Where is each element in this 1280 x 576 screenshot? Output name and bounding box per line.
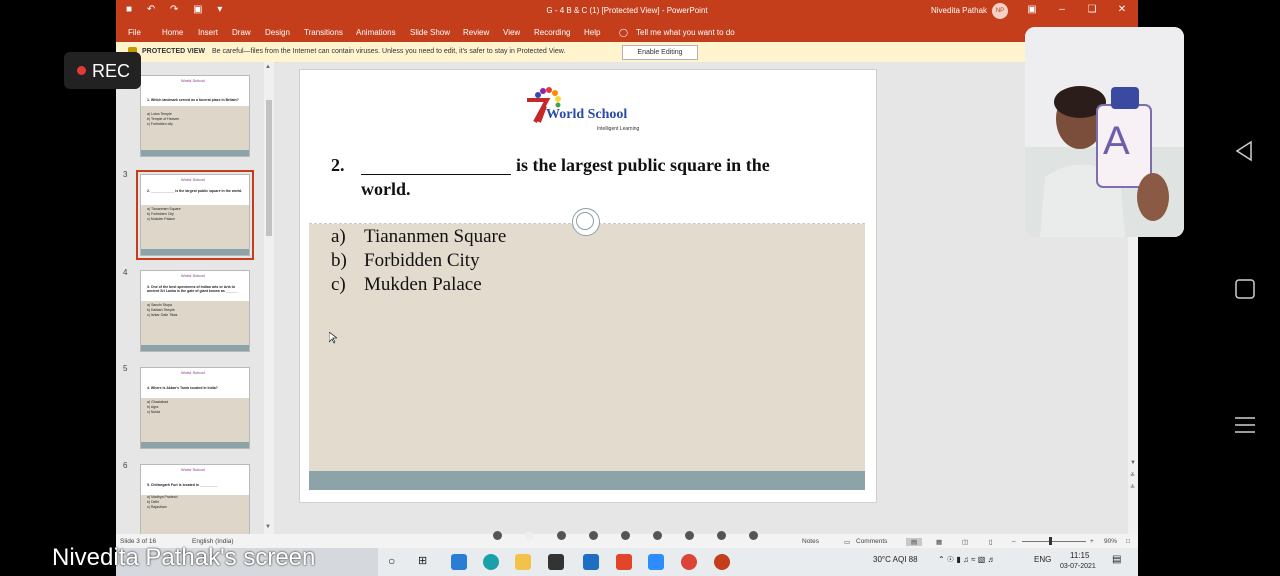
answer-blank — [361, 174, 511, 175]
home-icon[interactable] — [1235, 279, 1255, 299]
recording-badge: REC — [64, 52, 141, 89]
option-text: Tiananmen Square — [364, 226, 507, 247]
tab-help[interactable]: Help — [584, 28, 600, 37]
zoom-in-icon[interactable]: + — [1090, 538, 1094, 545]
question-text-cont: world. — [361, 179, 411, 199]
protected-view-message: Be careful—files from the Internet can c… — [212, 48, 566, 55]
slide-number: 5 — [123, 364, 128, 373]
tab-transitions[interactable]: Transitions — [304, 28, 343, 37]
weather-status[interactable]: 30°C AQI 88 — [873, 555, 918, 564]
slideshow-icon[interactable]: ▯ — [989, 538, 993, 546]
powerpoint-taskbar-icon[interactable] — [714, 554, 730, 570]
android-nav-bar — [1210, 0, 1280, 576]
title-bar: ■ ↶ ↷ ▣ ▾ G - 4 B & C (1) [Protected Vie… — [116, 0, 1138, 22]
tab-draw[interactable]: Draw — [232, 28, 251, 37]
slide-number: 6 — [123, 461, 128, 470]
webcam-video-tile[interactable]: A — [1025, 27, 1184, 237]
minimize-icon[interactable]: – — [1052, 4, 1072, 15]
ribbon-tabs: File Home Insert Draw Design Transitions… — [116, 22, 1138, 42]
clock-time[interactable]: 11:15 — [1070, 551, 1089, 560]
slide-thumbnail-selected[interactable]: World School 2. ____________ is the larg… — [136, 170, 254, 260]
app-icon[interactable] — [583, 554, 599, 570]
slide-thumbnail[interactable]: World School 1. Which landmark served as… — [140, 75, 250, 157]
chrome-icon[interactable] — [681, 554, 697, 570]
card-letter: A — [1103, 119, 1130, 163]
protected-view-title: PROTECTED VIEW — [142, 48, 206, 55]
slide-thumbnail[interactable]: World School 3. One of the best specimen… — [140, 270, 250, 352]
option-text: Mukden Palace — [364, 274, 482, 295]
zoom-slider-thumb[interactable] — [1049, 537, 1052, 545]
mail-icon[interactable] — [451, 554, 467, 570]
zoom-app-icon[interactable] — [648, 554, 664, 570]
office-icon[interactable] — [616, 554, 632, 570]
lightbulb-icon: ◯ — [619, 28, 628, 37]
enable-editing-button[interactable]: Enable Editing — [622, 45, 698, 60]
language-indicator[interactable]: ENG — [1034, 555, 1051, 564]
notification-icon[interactable]: ▤ — [1112, 554, 1121, 565]
scrollbar-thumb[interactable] — [266, 100, 272, 236]
ribbon-display-icon[interactable]: ▣ — [1022, 4, 1042, 15]
school-logo-tagline: Intelligent Learning — [597, 126, 640, 132]
fit-slide-icon[interactable]: □ — [1126, 538, 1130, 545]
slide-thumbnail-pane: World School 1. Which landmark served as… — [116, 62, 276, 536]
store-icon[interactable] — [548, 554, 564, 570]
user-name[interactable]: Nivedita Pathak — [931, 6, 987, 15]
slide-thumbnail[interactable]: World School 5. Chittorgarh Fort is loca… — [140, 464, 250, 536]
zoom-slider[interactable] — [1022, 541, 1086, 542]
tab-slide-show[interactable]: Slide Show — [410, 28, 450, 37]
avatar[interactable]: NP — [992, 3, 1008, 19]
slide-number: 3 — [123, 170, 128, 179]
protected-view-bar: PROTECTED VIEW Be careful—files from the… — [116, 42, 1138, 63]
reading-view-icon[interactable]: ◫ — [962, 538, 968, 546]
file-explorer-icon[interactable] — [515, 554, 531, 570]
screen-share-caption: Nivedita Pathak's screen — [52, 544, 316, 571]
notes-button[interactable]: Notes — [802, 538, 819, 545]
option-label: c) — [331, 274, 346, 295]
rotate-handle[interactable] — [572, 208, 600, 236]
slide-thumbnail[interactable]: World School 4. Where is Akbar's Tomb lo… — [140, 367, 250, 449]
comments-icon[interactable]: ▭ — [844, 538, 850, 546]
current-slide[interactable]: World School Intelligent Learning 2. is … — [309, 78, 865, 490]
tab-animations[interactable]: Animations — [356, 28, 396, 37]
tab-review[interactable]: Review — [463, 28, 489, 37]
tab-view[interactable]: View — [503, 28, 520, 37]
restore-icon[interactable]: ❏ — [1082, 4, 1102, 15]
clock-date[interactable]: 03-07-2021 — [1060, 563, 1096, 570]
option-text: Forbidden City — [364, 250, 480, 271]
tab-file[interactable]: File — [128, 28, 141, 37]
mouse-cursor-icon — [329, 332, 337, 344]
tab-design[interactable]: Design — [265, 28, 290, 37]
cortana-icon[interactable]: ○ — [388, 554, 395, 568]
comments-button[interactable]: Comments — [856, 538, 887, 545]
option-label: a) — [331, 226, 346, 247]
tab-recording[interactable]: Recording — [534, 28, 570, 37]
slide-footer-band — [309, 471, 865, 490]
task-view-icon[interactable]: ⊞ — [418, 554, 427, 567]
record-dot-icon — [77, 66, 86, 75]
zoom-level[interactable]: 90% — [1104, 538, 1117, 545]
thumb-logo: World School — [181, 78, 205, 83]
menu-icon[interactable] — [1235, 416, 1255, 434]
edge-icon[interactable] — [483, 554, 499, 570]
tray-icons[interactable]: ⌃ ☉ ▮ ♫ ≈ ▧ ♬ — [938, 555, 996, 564]
tell-me-search[interactable]: Tell me what you want to do — [636, 28, 735, 37]
slide-title-area — [309, 78, 865, 224]
tab-home[interactable]: Home — [162, 28, 183, 37]
back-icon[interactable] — [1233, 140, 1255, 162]
thumbnail-scrollbar[interactable]: ▲ ▼ — [264, 62, 274, 534]
rec-label: REC — [92, 61, 131, 81]
question-text: is the largest public square in the — [516, 155, 770, 175]
normal-view-icon[interactable]: ▤ — [906, 538, 923, 546]
slide-number: 4 — [123, 268, 128, 277]
zoom-out-icon[interactable]: – — [1012, 538, 1016, 545]
close-icon[interactable]: ✕ — [1112, 4, 1132, 15]
option-label: b) — [331, 250, 347, 271]
school-logo-text: World School — [546, 107, 628, 122]
slide-sorter-icon[interactable]: ▦ — [936, 538, 942, 546]
tab-insert[interactable]: Insert — [198, 28, 218, 37]
question-number: 2. — [331, 155, 345, 175]
